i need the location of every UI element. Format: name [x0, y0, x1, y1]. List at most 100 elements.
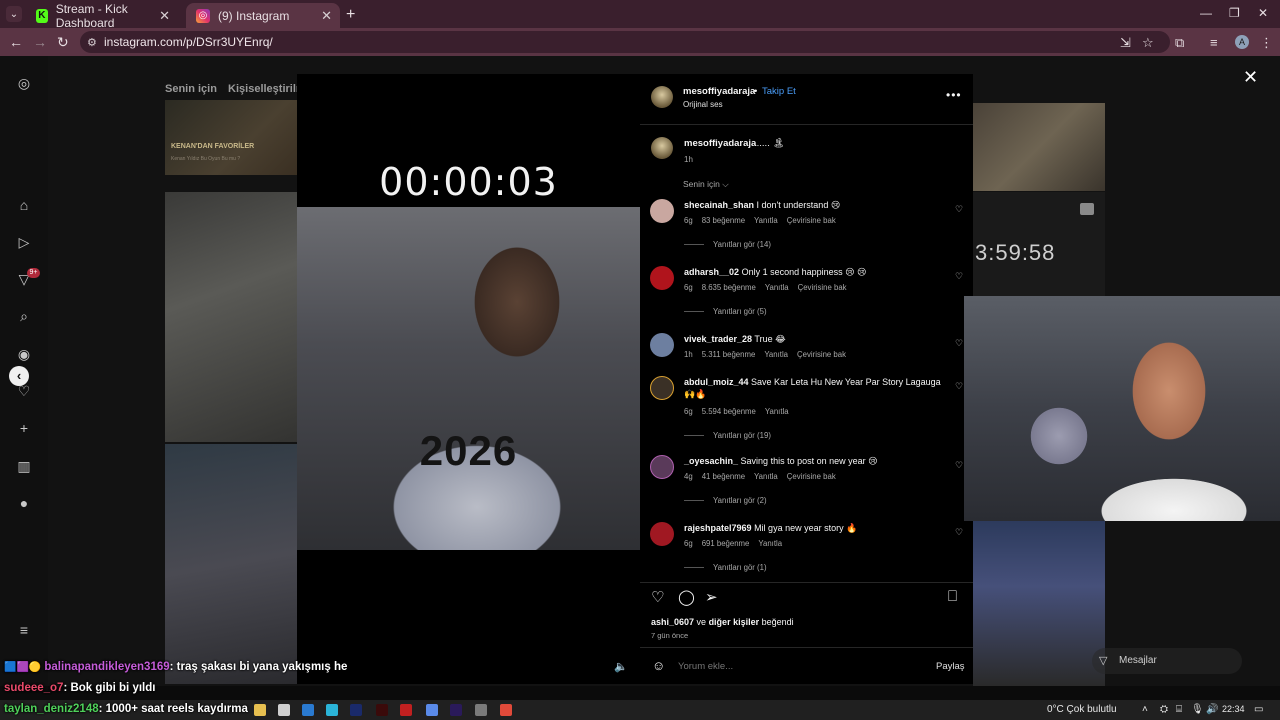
- liked-by-others[interactable]: diğer kişiler: [709, 617, 760, 627]
- tray-overflow-icon[interactable]: ˄: [1142, 704, 1148, 715]
- likes-summary[interactable]: ashi_0607 ve diğer kişiler beğendi: [651, 617, 794, 627]
- comment-likes[interactable]: 41 beğenme: [702, 472, 745, 481]
- feed-thumbnail[interactable]: [165, 444, 297, 684]
- mute-icon[interactable]: 🔈: [614, 660, 628, 673]
- feed-thumbnail[interactable]: [973, 103, 1105, 191]
- like-comment-icon[interactable]: ♡: [955, 527, 963, 538]
- taskbar-clock[interactable]: 22:34: [1222, 704, 1245, 714]
- reply-button[interactable]: Yanıtla: [765, 407, 789, 416]
- reply-button[interactable]: Yanıtla: [764, 350, 788, 359]
- feed-thumbnail[interactable]: KENAN'DAN FAVORİLER Kenan Yıldız Bu Oyun…: [165, 100, 297, 175]
- post-username[interactable]: mesoffiyadaraja: [683, 86, 755, 97]
- tab-instagram[interactable]: ◎ (9) Instagram ✕: [186, 3, 340, 28]
- instagram-logo-icon[interactable]: ◎: [16, 75, 32, 91]
- avatar[interactable]: [650, 522, 674, 546]
- reading-list-icon[interactable]: ≡: [1210, 35, 1218, 50]
- feed-thumbnail[interactable]: [973, 520, 1105, 686]
- comment-username[interactable]: adharsh__02: [684, 267, 739, 277]
- explore-icon[interactable]: ◉: [16, 346, 32, 362]
- microphone-icon[interactable]: 🎙: [1191, 704, 1204, 715]
- url-text[interactable]: instagram.com/p/DSrr3UYEnrq/: [104, 35, 273, 49]
- view-replies-button[interactable]: Yanıtları gör (5): [684, 307, 767, 316]
- comment-username[interactable]: rajeshpatel7969: [684, 523, 752, 533]
- avatar[interactable]: [650, 455, 674, 479]
- more-options-icon[interactable]: •••: [946, 88, 962, 102]
- translate-button[interactable]: Çevirisine bak: [797, 350, 846, 359]
- translate-button[interactable]: Çevirisine bak: [787, 216, 836, 225]
- avatar[interactable]: [650, 333, 674, 357]
- weather-widget[interactable]: 0°C Çok bulutlu: [1047, 704, 1117, 715]
- dashboard-icon[interactable]: ▥: [16, 458, 32, 474]
- edge-icon[interactable]: [326, 704, 338, 716]
- illustrator-icon[interactable]: [376, 704, 388, 716]
- comment-sort-dropdown[interactable]: Senin için ⌵: [683, 179, 729, 190]
- tab-for-you[interactable]: Senin için: [165, 83, 217, 95]
- share-icon[interactable]: ➢: [705, 588, 718, 606]
- more-menu-icon[interactable]: ≡: [16, 622, 32, 638]
- post-comment-button[interactable]: Paylaş: [936, 661, 965, 672]
- store-icon[interactable]: [302, 704, 314, 716]
- save-icon[interactable]: ⎕: [948, 588, 957, 605]
- comment-likes[interactable]: 691 beğenme: [702, 539, 750, 548]
- view-replies-button[interactable]: Yanıtları gör (19): [684, 431, 771, 440]
- close-icon[interactable]: ✕: [1243, 67, 1258, 88]
- browser-menu-icon[interactable]: ⋮: [1260, 35, 1273, 51]
- messages-button[interactable]: [1092, 648, 1242, 674]
- home-icon[interactable]: ⌂: [16, 197, 32, 213]
- audio-label[interactable]: Orijinal ses: [683, 100, 723, 109]
- comment-username[interactable]: _oyesachin_: [684, 456, 738, 466]
- follow-button[interactable]: Takip Et: [762, 86, 796, 97]
- forward-icon[interactable]: →: [33, 34, 47, 50]
- avatar[interactable]: [650, 376, 674, 400]
- reply-button[interactable]: Yanıtla: [758, 539, 782, 548]
- minimize-button[interactable]: —: [1200, 6, 1212, 20]
- comment-likes[interactable]: 83 beğenme: [702, 216, 745, 225]
- comment-icon[interactable]: ◯: [678, 588, 695, 606]
- comment-likes[interactable]: 5.311 beğenme: [702, 350, 756, 359]
- comment-input[interactable]: [678, 661, 918, 672]
- search-icon[interactable]: ⌕: [16, 308, 32, 324]
- file-explorer-icon[interactable]: [254, 704, 266, 716]
- caption-username[interactable]: mesoffiyadaraja: [684, 138, 756, 149]
- like-comment-icon[interactable]: ♡: [955, 460, 963, 471]
- liked-by-user[interactable]: ashi_0607: [651, 617, 694, 627]
- reload-icon[interactable]: ↻: [57, 34, 69, 51]
- comment-likes[interactable]: 5.594 beğenme: [702, 407, 756, 416]
- close-tab-icon[interactable]: ✕: [321, 8, 332, 24]
- close-window-button[interactable]: ✕: [1258, 6, 1268, 20]
- install-app-icon[interactable]: ⇲: [1120, 35, 1131, 51]
- avatar[interactable]: [650, 199, 674, 223]
- comment-username[interactable]: vivek_trader_28: [684, 334, 752, 344]
- reply-button[interactable]: Yanıtla: [765, 283, 789, 292]
- translate-button[interactable]: Çevirisine bak: [798, 283, 847, 292]
- comment-username[interactable]: shecainah_shan: [684, 200, 754, 210]
- photoshop-icon[interactable]: [350, 704, 362, 716]
- like-comment-icon[interactable]: ♡: [955, 204, 963, 215]
- reels-icon[interactable]: ▷: [16, 234, 32, 250]
- new-tab-button[interactable]: +: [346, 6, 355, 24]
- tray-app-icon[interactable]: ⛭: [1160, 704, 1168, 715]
- obs-icon[interactable]: [475, 704, 487, 716]
- profile-icon[interactable]: ●: [16, 495, 32, 511]
- avatar[interactable]: [651, 86, 673, 108]
- view-replies-button[interactable]: Yanıtları gör (14): [684, 240, 771, 249]
- discord-icon[interactable]: [426, 704, 438, 716]
- notification-center-icon[interactable]: ▭: [1254, 704, 1263, 715]
- like-comment-icon[interactable]: ♡: [955, 338, 963, 349]
- view-replies-button[interactable]: Yanıtları gör (1): [684, 563, 767, 572]
- like-comment-icon[interactable]: ♡: [955, 381, 963, 392]
- create-icon[interactable]: +: [16, 420, 32, 436]
- comment-username[interactable]: abdul_moiz_44: [684, 377, 749, 387]
- bookmark-star-icon[interactable]: ☆: [1142, 35, 1154, 51]
- close-tab-icon[interactable]: ✕: [159, 8, 170, 24]
- avatar[interactable]: [650, 266, 674, 290]
- site-info-icon[interactable]: ⚙: [87, 36, 97, 49]
- reply-button[interactable]: Yanıtla: [754, 472, 778, 481]
- view-replies-button[interactable]: Yanıtları gör (2): [684, 496, 767, 505]
- app-icon[interactable]: [400, 704, 412, 716]
- tab-search-button[interactable]: ⌄: [6, 6, 22, 22]
- address-bar[interactable]: ⚙ instagram.com/p/DSrr3UYEnrq/: [80, 31, 1170, 53]
- avatar[interactable]: [651, 137, 673, 159]
- back-icon[interactable]: ←: [9, 34, 23, 50]
- network-icon[interactable]: ⌸: [1176, 704, 1182, 715]
